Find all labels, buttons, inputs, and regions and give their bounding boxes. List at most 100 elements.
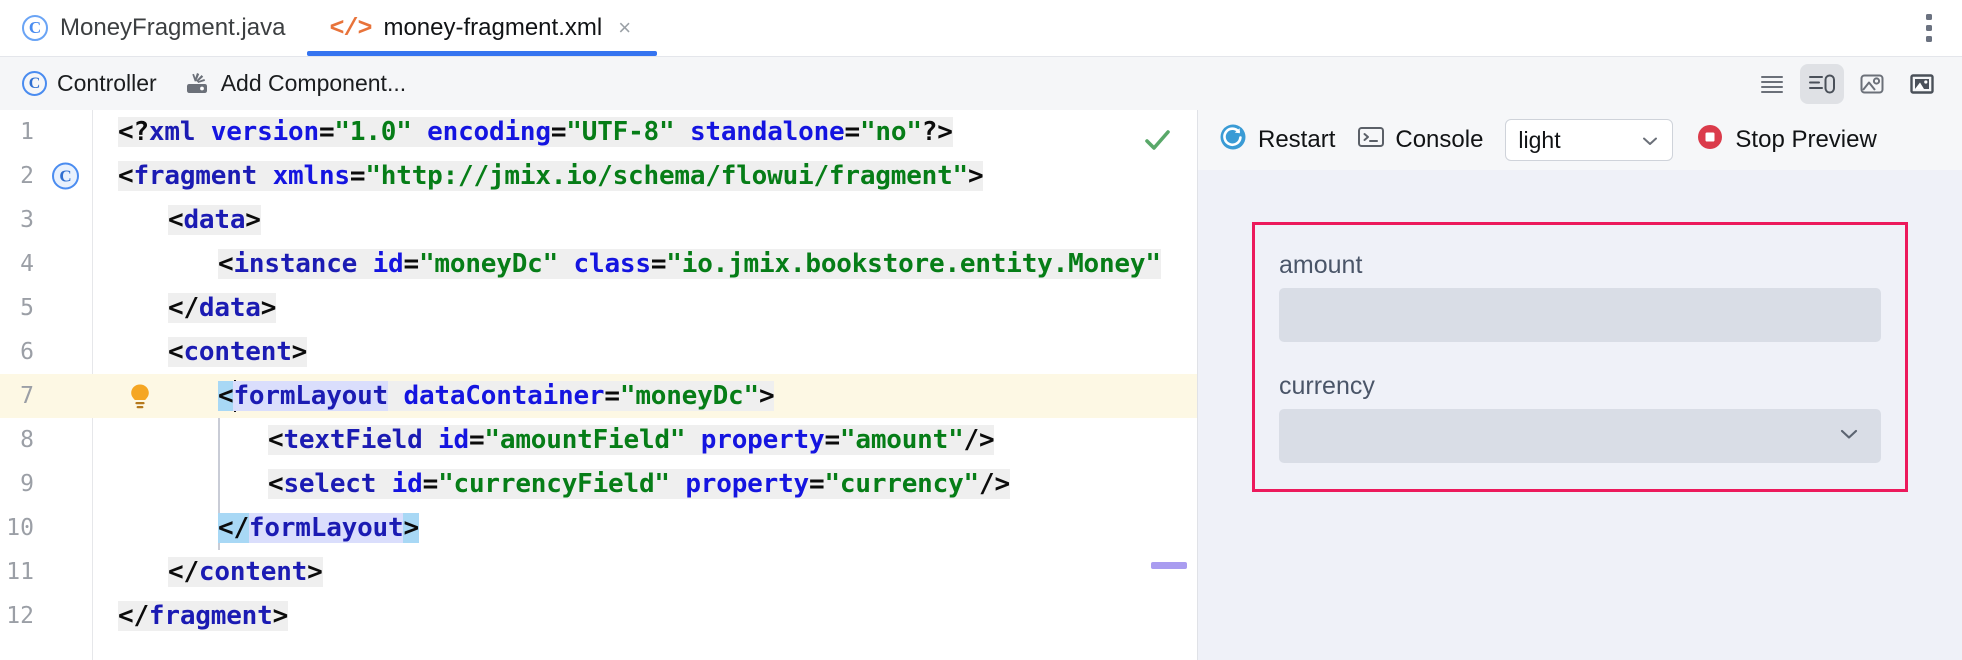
code-lines: 1 <?xml version="1.0" encoding="UTF-8" st…: [0, 110, 1197, 638]
code-token: version: [210, 117, 319, 147]
code-text[interactable]: </formLayout>: [92, 506, 1197, 550]
gutter[interactable]: 11: [0, 550, 92, 594]
gutter[interactable]: 3: [0, 198, 92, 242]
code-text[interactable]: </content>: [92, 550, 1197, 594]
gutter[interactable]: 7: [0, 374, 92, 418]
code-token-run: <fragment xmlns="http://jmix.io/schema/f…: [118, 161, 984, 191]
code-line[interactable]: 1 <?xml version="1.0" encoding="UTF-8" st…: [0, 110, 1197, 154]
inspection-status-ok-icon[interactable]: [1141, 124, 1173, 156]
form-layout-component[interactable]: amount currency: [1252, 222, 1908, 492]
code-text[interactable]: </fragment>: [92, 594, 1197, 638]
code-token: <: [168, 337, 184, 367]
tab-close-icon[interactable]: ×: [614, 15, 635, 41]
code-token: <: [268, 469, 284, 499]
xml-code-editor[interactable]: 1 <?xml version="1.0" encoding="UTF-8" st…: [0, 110, 1197, 660]
code-token: encoding: [427, 117, 551, 147]
xml-designer-toolbar: C Controller Add Component...: [0, 56, 1962, 110]
line-number: 10: [6, 515, 34, 541]
code-token: "moneyDc": [418, 249, 559, 279]
code-line[interactable]: 5 </data>: [0, 286, 1197, 330]
gutter[interactable]: 2C: [0, 154, 92, 198]
amount-text-field[interactable]: [1279, 288, 1881, 342]
controller-button[interactable]: C Controller: [22, 70, 157, 97]
code-line[interactable]: 10 </formLayout>: [0, 506, 1197, 550]
code-line[interactable]: 11 </content>: [0, 550, 1197, 594]
tab-money-fragment-java[interactable]: C MoneyFragment.java: [0, 0, 307, 56]
line-number: 4: [20, 251, 34, 277]
gutter[interactable]: 10: [0, 506, 92, 550]
more-actions-kebab-icon[interactable]: [1918, 8, 1940, 48]
code-token: "1.0": [334, 117, 412, 147]
code-line[interactable]: 8 <textField id="amountField" property="a…: [0, 418, 1197, 462]
code-token-run: </fragment>: [118, 601, 288, 631]
code-token: content: [198, 557, 308, 587]
editor-tab-bar: C MoneyFragment.java </> money-fragment.…: [0, 0, 1962, 56]
gutter[interactable]: 1: [0, 110, 92, 154]
code-line[interactable]: 7 <formLayout dataContainer="moneyDc">: [0, 374, 1197, 418]
gutter[interactable]: 12: [0, 594, 92, 638]
code-token: =: [808, 469, 825, 499]
code-line[interactable]: 9 <select id="currencyField" property="cu…: [0, 462, 1197, 506]
form-field-amount: amount: [1279, 251, 1881, 342]
java-class-icon: C: [22, 15, 48, 41]
code-line[interactable]: 2 C <fragment xmlns="http://jmix.io/schema…: [0, 154, 1197, 198]
stop-preview-button[interactable]: Stop Preview: [1695, 122, 1877, 159]
code-token: <: [118, 161, 134, 191]
theme-select[interactable]: light: [1505, 119, 1674, 161]
code-text[interactable]: <data>: [92, 198, 1197, 242]
code-token: fragment: [133, 161, 258, 191]
code-token: =: [349, 161, 366, 191]
code-text[interactable]: <instance id="moneyDc" class="io.jmix.bo…: [92, 242, 1197, 286]
preview-canvas: amount currency: [1198, 170, 1962, 660]
gutter[interactable]: 4: [0, 242, 92, 286]
scroll-marker[interactable]: [1151, 562, 1187, 569]
code-token: >: [260, 293, 277, 323]
gutter[interactable]: 5: [0, 286, 92, 330]
console-button[interactable]: Console: [1357, 125, 1483, 156]
restart-preview-button[interactable]: Restart: [1218, 122, 1335, 159]
code-token: "UTF-8": [566, 117, 675, 147]
view-mode-editor-only[interactable]: [1750, 64, 1794, 104]
code-line[interactable]: 6 <content>: [0, 330, 1197, 374]
code-text[interactable]: <formLayout dataContainer="moneyDc">: [92, 374, 1197, 418]
controller-navigate-icon[interactable]: C: [52, 162, 79, 190]
code-token: =: [422, 469, 439, 499]
currency-select-field[interactable]: [1279, 409, 1881, 463]
console-label: Console: [1395, 126, 1484, 153]
code-token: id: [391, 469, 423, 499]
tab-money-fragment-xml[interactable]: </> money-fragment.xml ×: [307, 0, 657, 56]
view-mode-preview[interactable]: [1850, 64, 1894, 104]
add-component-button[interactable]: Add Component...: [185, 70, 406, 97]
code-token-run: </content>: [168, 557, 323, 587]
code-text[interactable]: <textField id="amountField" property="am…: [92, 418, 1197, 462]
code-line[interactable]: 12 </fragment>: [0, 594, 1197, 638]
code-token: class: [573, 249, 651, 279]
code-text[interactable]: <content>: [92, 330, 1197, 374]
code-text[interactable]: <fragment xmlns="http://jmix.io/schema/f…: [92, 154, 1197, 198]
code-token-run: <?xml version="1.0" encoding="UTF-8" sta…: [118, 117, 953, 147]
gutter[interactable]: 8: [0, 418, 92, 462]
xml-file-icon: </>: [329, 13, 372, 43]
code-token-run: </data>: [168, 293, 276, 323]
code-text[interactable]: <select id="currencyField" property="cur…: [92, 462, 1197, 506]
gutter[interactable]: 9: [0, 462, 92, 506]
line-number: 9: [20, 471, 34, 497]
code-token: select: [283, 469, 377, 499]
code-token: xml: [148, 117, 196, 147]
view-mode-split[interactable]: [1800, 63, 1844, 104]
preview-toolbar: Restart Console light Stop Preview: [1198, 110, 1962, 170]
code-line[interactable]: 3 <data>: [0, 198, 1197, 242]
code-token: <: [268, 425, 284, 455]
view-mode-designer[interactable]: [1900, 64, 1944, 104]
code-text[interactable]: <?xml version="1.0" encoding="UTF-8" sta…: [92, 110, 1197, 154]
code-text[interactable]: </data>: [92, 286, 1197, 330]
code-token: =: [403, 249, 420, 279]
gutter[interactable]: 6: [0, 330, 92, 374]
gutter-icon-wrap: C: [52, 162, 79, 190]
code-line[interactable]: 4 <instance id="moneyDc" class="io.jmix.b…: [0, 242, 1197, 286]
kebab-dot: [1926, 36, 1932, 42]
